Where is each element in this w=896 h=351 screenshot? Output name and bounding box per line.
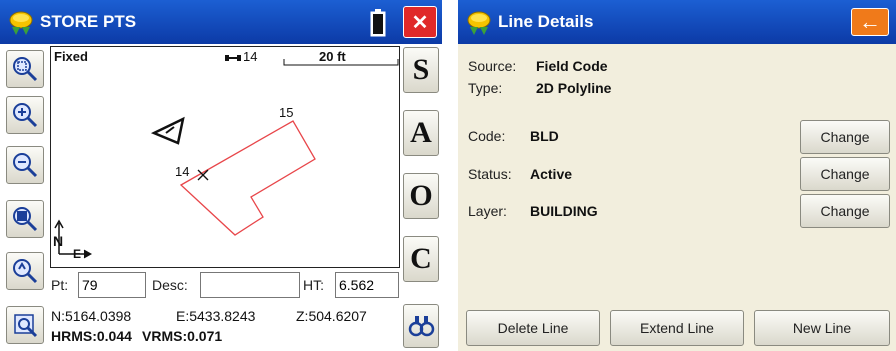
source-value: Field Code bbox=[536, 58, 608, 74]
ht-label: HT: bbox=[303, 277, 324, 293]
title-bar: Line Details bbox=[458, 0, 896, 44]
search-points-icon bbox=[408, 316, 435, 337]
desc-label: Desc: bbox=[152, 277, 188, 293]
zoom-extents-button[interactable] bbox=[6, 200, 44, 238]
store-points-screen: STORE PTS ✕ Fixed 14 20 ft 15 14 N E S A… bbox=[0, 0, 442, 351]
north-label: N bbox=[53, 233, 64, 249]
zoom-out-icon bbox=[13, 153, 38, 178]
new-line-button[interactable]: New Line bbox=[754, 310, 890, 346]
easting-value: E:5433.8243 bbox=[176, 308, 256, 324]
zoom-previous-icon bbox=[13, 259, 38, 284]
title-bar: STORE PTS bbox=[0, 0, 442, 44]
layer-label: Layer: bbox=[468, 203, 507, 219]
zoom-window-button[interactable] bbox=[6, 50, 44, 88]
app-logo-icon bbox=[467, 11, 491, 35]
type-value: 2D Polyline bbox=[536, 80, 612, 96]
search-points-button[interactable] bbox=[403, 304, 439, 348]
layer-value: BUILDING bbox=[530, 203, 598, 219]
map-drawing bbox=[54, 116, 316, 259]
close-button[interactable]: ✕ bbox=[403, 6, 437, 38]
source-label: Source: bbox=[468, 58, 517, 74]
status-value: Active bbox=[530, 166, 573, 182]
code-button[interactable]: C bbox=[403, 236, 439, 282]
window-title: Line Details bbox=[498, 12, 594, 31]
point-number-input[interactable]: 79 bbox=[78, 272, 146, 298]
app-logo-icon bbox=[9, 11, 33, 35]
zoom-out-button[interactable] bbox=[6, 146, 44, 184]
description-input[interactable] bbox=[200, 272, 300, 298]
status-label: Status: bbox=[468, 166, 512, 182]
building-polyline bbox=[179, 120, 316, 236]
average-button[interactable]: A bbox=[403, 110, 439, 156]
back-button[interactable]: ← bbox=[851, 8, 889, 36]
point-label-14: 14 bbox=[175, 164, 190, 179]
vrms-value: VRMS:0.071 bbox=[142, 328, 223, 344]
point-label-15: 15 bbox=[279, 105, 294, 120]
code-value: BLD bbox=[530, 128, 559, 144]
pt-label: Pt: bbox=[51, 277, 69, 293]
line-details-screen: Line Details ← Source: Field Code Type: … bbox=[458, 0, 896, 351]
zoom-window-icon bbox=[13, 57, 38, 82]
store-button[interactable]: S bbox=[403, 47, 439, 93]
height-input[interactable]: 6.562 bbox=[335, 272, 399, 298]
type-label: Type: bbox=[468, 80, 503, 96]
map-view[interactable]: Fixed 14 20 ft 15 14 N E bbox=[50, 46, 400, 268]
delete-line-button[interactable]: Delete Line bbox=[466, 310, 600, 346]
extend-line-button[interactable]: Extend Line bbox=[610, 310, 744, 346]
map-settings-icon bbox=[14, 314, 38, 338]
offset-button[interactable]: O bbox=[403, 173, 439, 219]
battery-icon bbox=[370, 9, 386, 37]
change-layer-button[interactable]: Change bbox=[800, 194, 890, 228]
map-settings-button[interactable] bbox=[6, 306, 44, 344]
hrms-value: HRMS:0.044 bbox=[51, 328, 132, 344]
code-label: Code: bbox=[468, 128, 506, 144]
zoom-previous-button[interactable] bbox=[6, 252, 44, 290]
east-label: E bbox=[73, 247, 82, 261]
change-status-button[interactable]: Change bbox=[800, 157, 890, 191]
zoom-in-icon bbox=[13, 103, 38, 128]
elevation-value: Z:504.6207 bbox=[296, 308, 367, 324]
window-title: STORE PTS bbox=[40, 12, 137, 31]
zoom-in-button[interactable] bbox=[6, 96, 44, 134]
change-code-button[interactable]: Change bbox=[800, 120, 890, 154]
northing-value: N:5164.0398 bbox=[51, 308, 132, 324]
zoom-extents-icon bbox=[13, 207, 38, 232]
